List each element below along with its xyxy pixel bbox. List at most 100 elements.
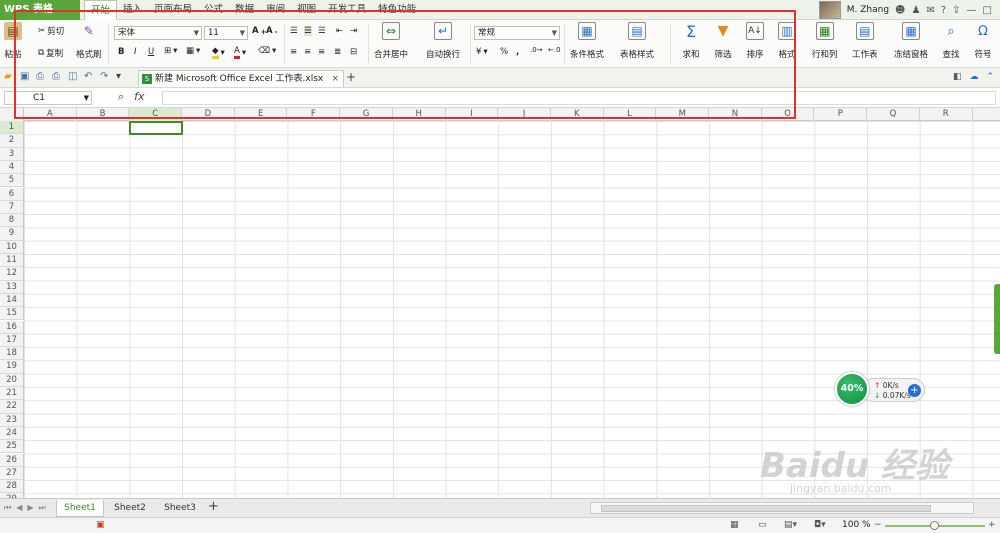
column-header-a[interactable]: A: [24, 108, 77, 121]
symbol-button[interactable]: Ω 符号: [974, 22, 992, 61]
avatar[interactable]: [818, 1, 841, 19]
row-header-12[interactable]: 12: [0, 267, 24, 281]
formula-input[interactable]: [162, 91, 996, 105]
column-header-f[interactable]: F: [288, 108, 341, 121]
row-header-10[interactable]: 10: [0, 240, 24, 254]
table-style-button[interactable]: ▤ 表格样式: [620, 22, 654, 60]
align-center-button[interactable]: ≡: [304, 47, 311, 57]
close-tab-icon[interactable]: ×: [331, 71, 339, 87]
select-all-corner[interactable]: [0, 108, 24, 121]
page-break-view-icon[interactable]: ▤▾: [784, 520, 797, 530]
row-header-2[interactable]: 2: [0, 134, 24, 148]
collapse-ribbon-icon[interactable]: ⌃: [986, 72, 994, 82]
row-header-22[interactable]: 22: [0, 400, 24, 414]
worksheet-button[interactable]: ▤ 工作表: [852, 22, 878, 60]
tab-home[interactable]: 开始: [84, 0, 118, 20]
row-header-3[interactable]: 3: [0, 147, 24, 161]
italic-button[interactable]: I: [134, 47, 137, 57]
column-header-g[interactable]: G: [340, 108, 393, 121]
row-header-13[interactable]: 13: [0, 280, 24, 294]
macro-record-icon[interactable]: ▣: [96, 520, 105, 530]
filter-button[interactable]: ▼ 筛选: [714, 22, 732, 60]
row-header-1[interactable]: 1: [0, 121, 24, 135]
print-preview-icon[interactable]: ◫: [68, 71, 79, 82]
font-color-button[interactable]: A ▾: [234, 46, 246, 59]
first-sheet-icon[interactable]: ⏮: [4, 503, 11, 513]
distribute-button[interactable]: ⊟: [350, 47, 357, 57]
row-header-19[interactable]: 19: [0, 360, 24, 374]
row-header-9[interactable]: 9: [0, 227, 24, 241]
fill-color-button[interactable]: ◆ ▾: [212, 46, 225, 59]
sheet-tab-2[interactable]: Sheet2: [106, 500, 154, 517]
bold-button[interactable]: B: [118, 47, 124, 57]
document-tab[interactable]: S 新建 Microsoft Office Excel 工作表.xlsx ×: [138, 70, 344, 87]
column-header-q[interactable]: Q: [867, 108, 920, 121]
open-folder-icon[interactable]: ▰: [4, 71, 15, 82]
sheet-tab-3[interactable]: Sheet3: [156, 500, 204, 517]
column-header-r[interactable]: R: [920, 108, 973, 121]
align-bottom-button[interactable]: ☰: [318, 26, 326, 36]
find-button[interactable]: ⌕ 查找: [942, 22, 960, 61]
column-header-p[interactable]: P: [815, 108, 868, 121]
undo-icon[interactable]: ↶: [84, 71, 95, 82]
row-header-17[interactable]: 17: [0, 333, 24, 348]
help-icon[interactable]: ?: [941, 5, 946, 16]
tab-formulas[interactable]: 公式: [198, 0, 229, 20]
freeze-panes-button[interactable]: ▦ 冻结窗格: [894, 22, 928, 60]
normal-view-icon[interactable]: ▦: [730, 520, 739, 530]
maximize-icon[interactable]: □: [983, 5, 992, 16]
wrap-text-button[interactable]: ↵ 自动换行: [426, 22, 460, 60]
network-speed-widget[interactable]: ↑ 0K/s ↓ 0.07K/s + 40%: [835, 372, 925, 408]
accelerate-plus-icon[interactable]: +: [908, 384, 921, 397]
restore-icon[interactable]: ⇪: [952, 5, 960, 16]
font-name-select[interactable]: 宋体 ▼: [114, 26, 202, 40]
redo-icon[interactable]: ↷: [100, 71, 111, 82]
column-header-d[interactable]: D: [182, 108, 235, 121]
column-header-h[interactable]: H: [393, 108, 446, 121]
paste-button[interactable]: ▤ 粘贴: [4, 22, 22, 60]
next-sheet-icon[interactable]: ▶: [27, 503, 33, 513]
format-painter-button[interactable]: ✎ 格式刷: [76, 22, 102, 60]
font-size-select[interactable]: 11 ▼: [204, 26, 248, 40]
row-header-5[interactable]: 5: [0, 174, 24, 188]
tab-developer[interactable]: 开发工具: [322, 0, 372, 20]
sort-button[interactable]: A↓ 排序: [746, 22, 764, 60]
align-middle-button[interactable]: ☰: [304, 26, 312, 36]
border-button[interactable]: ⊞ ▾: [164, 46, 177, 56]
row-header-16[interactable]: 16: [0, 320, 24, 334]
thousands-button[interactable]: ,: [516, 47, 519, 57]
minimize-icon[interactable]: —: [967, 5, 977, 16]
column-header-k[interactable]: K: [551, 108, 604, 121]
chat-icon[interactable]: ✉: [926, 5, 934, 16]
column-header-i[interactable]: I: [446, 108, 499, 121]
row-header-14[interactable]: 14: [0, 293, 24, 308]
row-header-23[interactable]: 23: [0, 413, 24, 427]
number-format-select[interactable]: 常规 ▼: [474, 26, 560, 40]
row-header-18[interactable]: 18: [0, 347, 24, 361]
format-button[interactable]: ▥ 格式: [778, 22, 796, 60]
row-header-7[interactable]: 7: [0, 200, 24, 215]
app-menu-button[interactable]: WPS 表格: [0, 0, 80, 20]
row-header-11[interactable]: 11: [0, 254, 24, 268]
skin-icon[interactable]: ☻: [895, 5, 905, 16]
underline-button[interactable]: U: [148, 47, 154, 57]
page-layout-view-icon[interactable]: ▭: [758, 520, 767, 530]
sum-button[interactable]: Σ 求和: [682, 22, 700, 61]
row-header-25[interactable]: 25: [0, 440, 24, 454]
increase-font-button[interactable]: A +: [252, 26, 267, 36]
clear-format-button[interactable]: ⌫ ▾: [258, 46, 276, 56]
column-header-c[interactable]: C: [129, 108, 183, 121]
row-header-28[interactable]: 28: [0, 480, 24, 494]
tab-review[interactable]: 审阅: [260, 0, 291, 20]
align-left-button[interactable]: ≡: [290, 47, 297, 57]
tab-insert[interactable]: 插入: [117, 0, 148, 20]
tab-special-features[interactable]: 特色功能: [372, 0, 422, 20]
conditional-format-button[interactable]: ▦ 条件格式: [570, 22, 604, 60]
export-icon[interactable]: ⎙: [36, 71, 47, 82]
last-sheet-icon[interactable]: ⏭: [39, 503, 46, 513]
user-name[interactable]: M. Zhang: [847, 5, 889, 15]
zoom-in-icon[interactable]: +: [988, 520, 996, 530]
column-header-n[interactable]: N: [709, 108, 762, 121]
tab-data[interactable]: 数据: [229, 0, 260, 20]
copy-button[interactable]: ⧉ 复制: [38, 47, 63, 59]
